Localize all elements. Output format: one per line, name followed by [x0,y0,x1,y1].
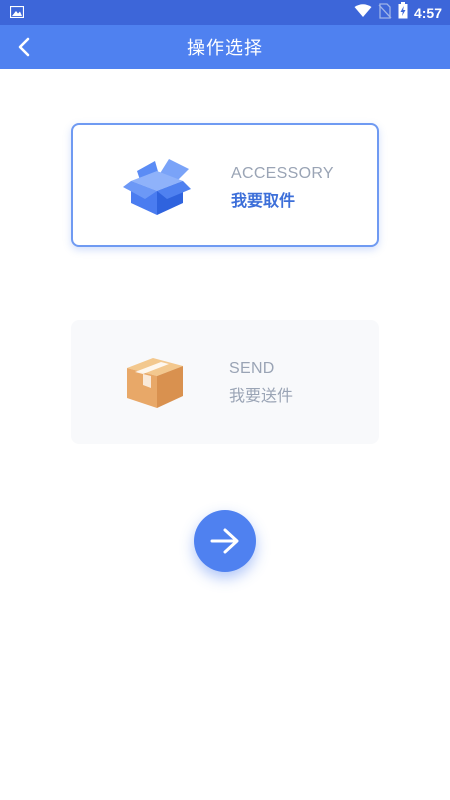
open-box-icon [123,157,191,217]
app-bar: 操作选择 [0,25,450,69]
option-accessory-text: ACCESSORY 我要取件 [231,165,334,211]
image-icon [9,3,25,22]
option-send-label-cn: 我要送件 [229,386,294,405]
option-send-card[interactable]: SEND 我要送件 [71,320,379,444]
back-button[interactable] [6,29,42,65]
next-button[interactable] [194,510,256,572]
option-accessory-label-en: ACCESSORY [231,165,334,182]
status-time: 4:57 [413,4,442,21]
option-accessory-label-cn: 我要取件 [231,191,296,210]
page-title: 操作选择 [187,38,263,59]
option-send-label-en: SEND [229,360,275,377]
parcel-box-icon [121,352,189,412]
no-sim-icon [378,2,392,23]
status-bar: 4:57 [0,0,450,25]
arrow-right-icon [210,528,239,554]
wifi-icon [354,3,372,22]
option-accessory-card[interactable]: ACCESSORY 我要取件 [71,123,379,247]
chevron-left-icon [18,37,30,57]
option-send-text: SEND 我要送件 [229,360,293,406]
battery-charging-icon [398,2,408,23]
